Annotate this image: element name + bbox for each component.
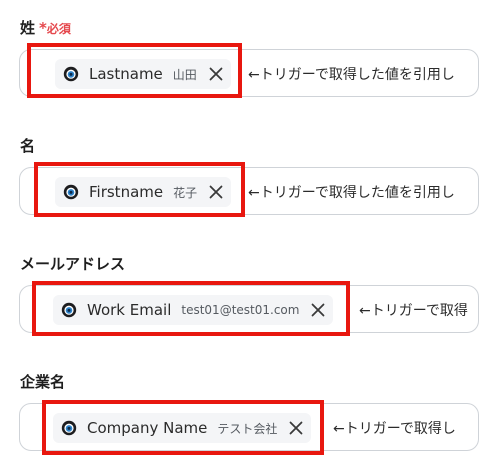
variable-chip-email[interactable]: Work Email test01@test01.com — [53, 295, 334, 325]
circle-logo-icon — [63, 66, 79, 82]
field-hint-text: ←トリガーで取得 — [359, 303, 468, 319]
company-input[interactable]: Company Name テスト会社 ←トリガーで取得し — [19, 403, 479, 451]
field-label-email: メールアドレス — [20, 255, 125, 273]
email-input[interactable]: Work Email test01@test01.com ←トリガーで取得 — [19, 285, 479, 333]
field-label-lastname: 姓 *必須 — [20, 19, 71, 38]
chip-variable-value: テスト会社 — [217, 421, 278, 436]
chip-variable-value: 山田 — [172, 67, 197, 82]
required-asterisk: * — [39, 19, 47, 37]
variable-chip-lastname[interactable]: Lastname 山田 — [55, 59, 231, 89]
circle-logo-icon — [63, 184, 79, 200]
field-label-firstname: 名 — [20, 137, 35, 155]
lastname-input[interactable]: Lastname 山田 ←トリガーで取得した値を引用し — [19, 49, 479, 97]
chip-variable-value: test01@test01.com — [181, 303, 300, 317]
field-label-text: 名 — [20, 137, 36, 155]
field-label-text: 企業名 — [20, 373, 66, 391]
chip-variable-value: 花子 — [173, 185, 198, 200]
field-hint-text: ←トリガーで取得し — [333, 421, 456, 437]
close-icon[interactable] — [207, 65, 225, 83]
chip-variable-name: Firstname — [89, 183, 164, 201]
firstname-input[interactable]: Firstname 花子 ←トリガーで取得した値を引用し — [19, 167, 479, 215]
field-label-text: 姓 — [20, 19, 36, 37]
variable-chip-company[interactable]: Company Name テスト会社 — [53, 413, 312, 443]
field-label-company: 企業名 — [20, 373, 65, 391]
circle-logo-icon — [61, 302, 77, 318]
field-hint-text: ←トリガーで取得した値を引用し — [248, 185, 455, 201]
variable-chip-firstname[interactable]: Firstname 花子 — [55, 177, 232, 207]
circle-logo-icon — [61, 420, 77, 436]
chip-variable-name: Lastname — [89, 65, 163, 83]
close-icon[interactable] — [309, 301, 327, 319]
chip-variable-name: Work Email — [87, 301, 172, 319]
close-icon[interactable] — [207, 183, 225, 201]
field-label-text: メールアドレス — [20, 255, 126, 273]
required-badge: 必須 — [46, 22, 71, 36]
chip-variable-name: Company Name — [87, 419, 208, 437]
close-icon[interactable] — [287, 419, 305, 437]
field-hint-text: ←トリガーで取得した値を引用し — [248, 67, 455, 83]
